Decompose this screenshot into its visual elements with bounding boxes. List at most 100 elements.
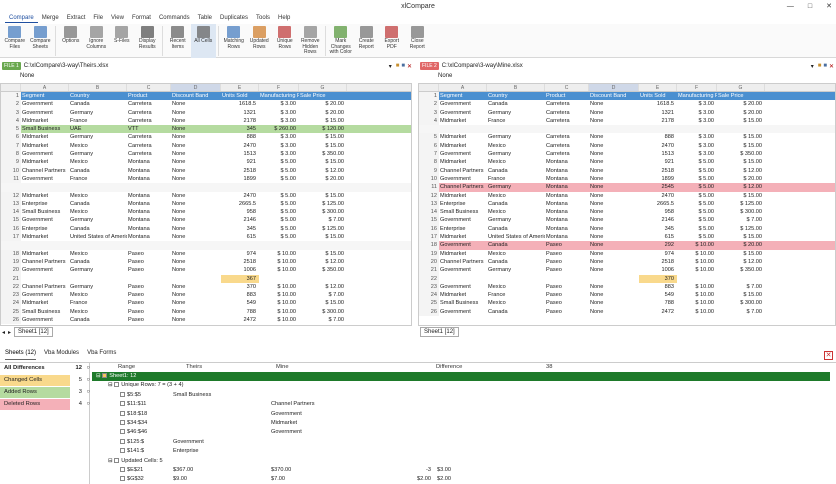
cell[interactable]: None	[589, 208, 639, 216]
cell[interactable]: Midmarket	[21, 142, 69, 150]
cell[interactable]: None	[589, 200, 639, 208]
cell[interactable]	[487, 275, 545, 283]
cell[interactable]: Germany	[69, 150, 127, 158]
cell[interactable]: Germany	[487, 109, 545, 117]
cell[interactable]: $ 5.00	[259, 167, 299, 175]
cell[interactable]: Montana	[127, 200, 171, 208]
cell[interactable]: None	[589, 233, 639, 241]
tree-row[interactable]: $5:$5 Small Business	[92, 391, 830, 400]
diff-filter-deleted-rows[interactable]: Deleted Rows 4 ○	[0, 399, 90, 410]
cell[interactable]: $ 12.00	[717, 167, 765, 175]
bottom-tab-0[interactable]: Sheets (12)	[5, 350, 37, 360]
cell[interactable]: None	[171, 133, 221, 141]
cell[interactable]: None	[171, 250, 221, 258]
tree-header-4[interactable]: 38	[542, 363, 562, 372]
cell[interactable]: $ 15.00	[299, 117, 347, 125]
column-header-C[interactable]: C	[545, 84, 589, 91]
column-header-D[interactable]: D	[171, 84, 221, 91]
cell[interactable]: Montana	[127, 208, 171, 216]
cell[interactable]: Montana	[127, 167, 171, 175]
right-sheet-tab[interactable]: Sheet1 [12]	[420, 327, 459, 337]
column-header-B[interactable]: B	[69, 84, 127, 91]
cell[interactable]: $ 260.00	[259, 125, 299, 133]
cell[interactable]: $ 12.00	[299, 258, 347, 266]
left-file-path[interactable]: C:\xlCompare\3-way\Theirs.xlsx	[24, 63, 389, 69]
cell[interactable]: Midmarket	[21, 117, 69, 125]
cell[interactable]: $ 10.00	[259, 299, 299, 307]
diff-filter-all-differences[interactable]: All Differences 12 ○	[0, 363, 90, 374]
cell[interactable]: 2470	[639, 192, 677, 200]
cell[interactable]: $ 3.00	[259, 117, 299, 125]
cell[interactable]: Midmarket	[439, 133, 487, 141]
cell[interactable]: Germany	[69, 216, 127, 224]
cell[interactable]: Germany	[487, 266, 545, 274]
header-cell[interactable]: Discount Band	[589, 92, 639, 100]
cell[interactable]: $ 350.00	[299, 266, 347, 274]
column-header-corner[interactable]	[1, 84, 21, 91]
cell[interactable]: $ 3.00	[677, 109, 717, 117]
menu-duplicates[interactable]: Duplicates	[216, 13, 252, 23]
cell[interactable]: Midmarket	[439, 117, 487, 125]
right-cell-value[interactable]: None	[438, 73, 452, 79]
cell[interactable]: Carretera	[545, 117, 589, 125]
cell[interactable]: $ 3.00	[259, 150, 299, 158]
cell[interactable]: Montana	[545, 175, 589, 183]
cell[interactable]: $ 20.00	[717, 100, 765, 108]
left-cell-value[interactable]: None	[20, 73, 34, 79]
cell[interactable]: None	[171, 266, 221, 274]
cell[interactable]: Channel Partners	[21, 167, 69, 175]
cell[interactable]: 345	[221, 125, 259, 133]
cell[interactable]: Paseo	[127, 283, 171, 291]
cell[interactable]: 2470	[221, 192, 259, 200]
tree-header-1[interactable]: Theirs	[182, 363, 272, 372]
cell[interactable]: 1899	[639, 175, 677, 183]
tree-header-0[interactable]: Range	[92, 363, 182, 372]
cell[interactable]: $ 20.00	[717, 109, 765, 117]
cell[interactable]: Paseo	[545, 250, 589, 258]
cell[interactable]: Paseo	[545, 266, 589, 274]
cell[interactable]: $ 10.00	[677, 250, 717, 258]
cell[interactable]: Government	[21, 316, 69, 324]
cell[interactable]: Paseo	[127, 299, 171, 307]
cell[interactable]: 2146	[639, 216, 677, 224]
cell[interactable]: Canada	[487, 308, 545, 316]
header-cell[interactable]: Sale Price	[717, 92, 765, 100]
cell[interactable]: None	[589, 308, 639, 316]
cell[interactable]: None	[171, 225, 221, 233]
cell[interactable]: 1321	[221, 109, 259, 117]
cell[interactable]: $ 3.00	[259, 142, 299, 150]
cell[interactable]: Channel Partners	[21, 283, 69, 291]
tree-row[interactable]: $E$21 $367.00 $370.00 -3 $3.00	[92, 466, 830, 475]
cell[interactable]: None	[589, 299, 639, 307]
cell[interactable]: France	[487, 117, 545, 125]
cell[interactable]: Montana	[545, 192, 589, 200]
cell[interactable]: $ 10.00	[259, 291, 299, 299]
cell[interactable]: None	[171, 142, 221, 150]
column-header-B[interactable]: B	[487, 84, 545, 91]
menu-extract[interactable]: Extract	[63, 13, 90, 23]
cell[interactable]: Small Business	[439, 299, 487, 307]
cell[interactable]: $ 350.00	[717, 266, 765, 274]
cell[interactable]: $ 7.00	[299, 291, 347, 299]
cell[interactable]: $ 10.00	[677, 241, 717, 249]
cell[interactable]: 921	[639, 158, 677, 166]
cell[interactable]: Carretera	[127, 109, 171, 117]
tree-row[interactable]: $G$32 $9.00 $7.00 $2.00 $2.00	[92, 475, 830, 484]
dropdown-icon[interactable]: ▾	[389, 63, 392, 70]
cell[interactable]: 615	[221, 233, 259, 241]
cell[interactable]	[589, 275, 639, 283]
cell[interactable]: Mexico	[69, 291, 127, 299]
cell[interactable]: 883	[221, 291, 259, 299]
cell[interactable]: $ 3.00	[677, 117, 717, 125]
cell[interactable]: Germany	[69, 266, 127, 274]
cell[interactable]: 974	[221, 250, 259, 258]
ribbon-button-recent-items[interactable]: Recent Items	[165, 24, 191, 58]
cell[interactable]: Canada	[69, 100, 127, 108]
cell[interactable]: $ 350.00	[299, 150, 347, 158]
cell[interactable]: $ 15.00	[717, 192, 765, 200]
cell[interactable]: France	[69, 299, 127, 307]
cell[interactable]: $ 300.00	[717, 208, 765, 216]
cell[interactable]: Government	[439, 175, 487, 183]
dropdown-icon[interactable]: ▾	[811, 63, 814, 70]
cell[interactable]: $ 300.00	[717, 299, 765, 307]
